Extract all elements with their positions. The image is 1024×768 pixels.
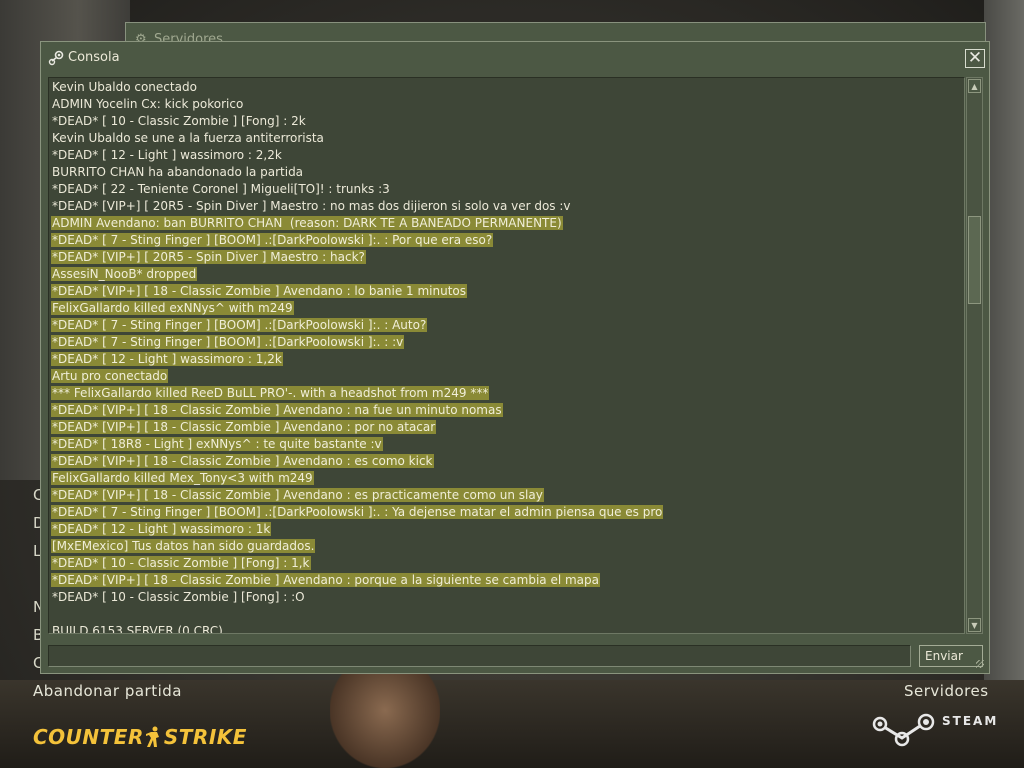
abandon-game-button[interactable]: Abandonar partida bbox=[33, 682, 182, 700]
console-line-text: *DEAD* [ 22 - Teniente Coronel ] Migueli… bbox=[52, 182, 390, 196]
console-line-text bbox=[51, 607, 53, 621]
scroll-down-arrow-icon[interactable]: ▼ bbox=[968, 618, 981, 632]
counter-strike-logo: COUNTER STRIKE bbox=[33, 724, 247, 750]
console-line-text: Kevin Ubaldo conectado bbox=[52, 80, 197, 94]
console-line-text: [MxEMexico] Tus datos han sido guardados… bbox=[51, 539, 316, 553]
console-line: *DEAD* [VIP+] [ 18 - Classic Zombie ] Av… bbox=[51, 487, 663, 504]
console-line-text: *DEAD* [ 7 - Sting Finger ] [BOOM] .:[Da… bbox=[51, 505, 664, 519]
console-line: *DEAD* [ 7 - Sting Finger ] [BOOM] .:[Da… bbox=[51, 334, 663, 351]
console-line: *DEAD* [VIP+] [ 18 - Classic Zombie ] Av… bbox=[51, 572, 663, 589]
console-line-text: Kevin Ubaldo se une a la fuerza antiterr… bbox=[52, 131, 324, 145]
console-scrollbar[interactable]: ▲ ▼ bbox=[966, 77, 983, 634]
console-line: FelixGallardo killed Mex_Tony<3 with m24… bbox=[51, 470, 663, 487]
console-line: *DEAD* [ 10 - Classic Zombie ] [Fong] : … bbox=[51, 589, 663, 606]
console-line: ADMIN Yocelin Cx: kick pokorico bbox=[51, 96, 663, 113]
console-line: *DEAD* [VIP+] [ 20R5 - Spin Diver ] Maes… bbox=[51, 249, 663, 266]
console-lines: Kevin Ubaldo conectado ADMIN Yocelin Cx: … bbox=[51, 79, 664, 634]
console-line: BURRITO CHAN ha abandonado la partida bbox=[51, 164, 663, 181]
console-line: *DEAD* [VIP+] [ 18 - Classic Zombie ] Av… bbox=[51, 283, 663, 300]
soldier-silhouette-icon bbox=[145, 726, 163, 748]
console-line-text: BUILD 6153 SERVER (0 CRC) bbox=[52, 624, 223, 634]
console-line: *DEAD* [ 7 - Sting Finger ] [BOOM] .:[Da… bbox=[51, 504, 664, 521]
servers-button[interactable]: Servidores bbox=[904, 682, 989, 700]
console-window[interactable]: Consola ✕ Kevin Ubaldo conectado ADMIN Yo… bbox=[40, 41, 990, 674]
console-line: *DEAD* [ 22 - Teniente Coronel ] Migueli… bbox=[51, 181, 663, 198]
console-line-text: *DEAD* [ 10 - Classic Zombie ] [Fong] : … bbox=[52, 114, 306, 128]
console-line-text: *DEAD* [VIP+] [ 20R5 - Spin Diver ] Maes… bbox=[52, 199, 571, 213]
console-line-text: FelixGallardo killed Mex_Tony<3 with m24… bbox=[51, 471, 314, 485]
close-button[interactable]: ✕ bbox=[965, 49, 985, 68]
console-line-text: *DEAD* [ 10 - Classic Zombie ] [Fong] : … bbox=[51, 556, 311, 570]
console-line bbox=[51, 606, 663, 623]
console-line-text: *DEAD* [ 12 - Light ] wassimoro : 1k bbox=[51, 522, 272, 536]
console-line: *DEAD* [ 7 - Sting Finger ] [BOOM] .:[Da… bbox=[51, 232, 663, 249]
command-input[interactable] bbox=[48, 645, 911, 667]
background-player-hand bbox=[330, 672, 440, 768]
console-line: *DEAD* [VIP+] [ 18 - Classic Zombie ] Av… bbox=[51, 402, 663, 419]
console-line: *DEAD* [VIP+] [ 18 - Classic Zombie ] Av… bbox=[51, 419, 663, 436]
console-line-text: *DEAD* [ 10 - Classic Zombie ] [Fong] : … bbox=[52, 590, 305, 604]
console-line: BUILD 6153 SERVER (0 CRC) bbox=[51, 623, 663, 634]
console-line-text: *DEAD* [ 7 - Sting Finger ] [BOOM] .:[Da… bbox=[51, 335, 405, 349]
console-line: Artu pro conectado bbox=[51, 368, 663, 385]
console-line: *DEAD* [ 18R8 - Light ] exNNys^ : te qui… bbox=[51, 436, 663, 453]
console-line: *DEAD* [ 10 - Classic Zombie ] [Fong] : … bbox=[51, 555, 663, 572]
console-line-text: FelixGallardo killed exNNys^ with m249 bbox=[51, 301, 294, 315]
console-line-text: *DEAD* [VIP+] [ 20R5 - Spin Diver ] Maes… bbox=[51, 250, 366, 264]
console-line-text: *DEAD* [ 7 - Sting Finger ] [BOOM] .:[Da… bbox=[51, 318, 428, 332]
resize-grip-icon[interactable] bbox=[976, 660, 984, 668]
console-line: [MxEMexico] Tus datos han sido guardados… bbox=[51, 538, 663, 555]
console-line: Kevin Ubaldo se une a la fuerza antiterr… bbox=[51, 130, 663, 147]
scroll-thumb[interactable] bbox=[968, 216, 981, 304]
console-line: *DEAD* [ 7 - Sting Finger ] [BOOM] .:[Da… bbox=[51, 317, 663, 334]
console-line: *DEAD* [ 12 - Light ] wassimoro : 2,2k bbox=[51, 147, 663, 164]
console-line: FelixGallardo killed exNNys^ with m249 bbox=[51, 300, 663, 317]
console-line-text: Artu pro conectado bbox=[51, 369, 169, 383]
steam-wordmark: STEAM bbox=[942, 714, 999, 728]
console-line-text: *DEAD* [VIP+] [ 18 - Classic Zombie ] Av… bbox=[51, 420, 437, 434]
send-button[interactable]: Enviar bbox=[919, 645, 983, 667]
console-line: Kevin Ubaldo conectado bbox=[51, 79, 663, 96]
console-line: ADMIN Avendano: ban BURRITO CHAN (reason… bbox=[51, 215, 663, 232]
console-line: *DEAD* [ 12 - Light ] wassimoro : 1,2k bbox=[51, 351, 663, 368]
console-title: Consola bbox=[68, 50, 120, 65]
scroll-up-arrow-icon[interactable]: ▲ bbox=[968, 79, 981, 93]
console-line-text: *DEAD* [ 7 - Sting Finger ] [BOOM] .:[Da… bbox=[51, 233, 494, 247]
console-log[interactable]: Kevin Ubaldo conectado ADMIN Yocelin Cx: … bbox=[48, 77, 965, 634]
console-line: *DEAD* [VIP+] [ 20R5 - Spin Diver ] Maes… bbox=[51, 198, 663, 215]
steam-small-icon bbox=[48, 50, 64, 66]
console-line-text: *DEAD* [VIP+] [ 18 - Classic Zombie ] Av… bbox=[51, 284, 468, 298]
console-line-text: *DEAD* [VIP+] [ 18 - Classic Zombie ] Av… bbox=[51, 454, 434, 468]
console-line: AssesiN_NooB* dropped bbox=[51, 266, 663, 283]
console-line-text: *DEAD* [VIP+] [ 18 - Classic Zombie ] Av… bbox=[51, 488, 544, 502]
console-line: *** FelixGallardo killed ReeD BuLL PRO'-… bbox=[51, 385, 663, 402]
console-line-text: ADMIN Yocelin Cx: kick pokorico bbox=[52, 97, 244, 111]
console-line-text: *DEAD* [VIP+] [ 18 - Classic Zombie ] Av… bbox=[51, 573, 600, 587]
console-line: *DEAD* [ 12 - Light ] wassimoro : 1k bbox=[51, 521, 663, 538]
logo-text-counter: COUNTER bbox=[33, 725, 144, 749]
background-wall-right bbox=[984, 0, 1024, 680]
console-line-text: ADMIN Avendano: ban BURRITO CHAN (reason… bbox=[51, 216, 563, 230]
console-line: *DEAD* [VIP+] [ 18 - Classic Zombie ] Av… bbox=[51, 453, 663, 470]
console-line-text: *DEAD* [VIP+] [ 18 - Classic Zombie ] Av… bbox=[51, 403, 503, 417]
console-line: *DEAD* [ 10 - Classic Zombie ] [Fong] : … bbox=[51, 113, 663, 130]
logo-text-strike: STRIKE bbox=[163, 725, 247, 749]
console-line-text: *** FelixGallardo killed ReeD BuLL PRO'-… bbox=[51, 386, 490, 400]
console-line-text: *DEAD* [ 12 - Light ] wassimoro : 2,2k bbox=[52, 148, 282, 162]
console-line-text: *DEAD* [ 12 - Light ] wassimoro : 1,2k bbox=[51, 352, 283, 366]
console-line-text: BURRITO CHAN ha abandonado la partida bbox=[52, 165, 304, 179]
console-line-text: *DEAD* [ 18R8 - Light ] exNNys^ : te qui… bbox=[51, 437, 383, 451]
console-line-text: AssesiN_NooB* dropped bbox=[51, 267, 198, 281]
